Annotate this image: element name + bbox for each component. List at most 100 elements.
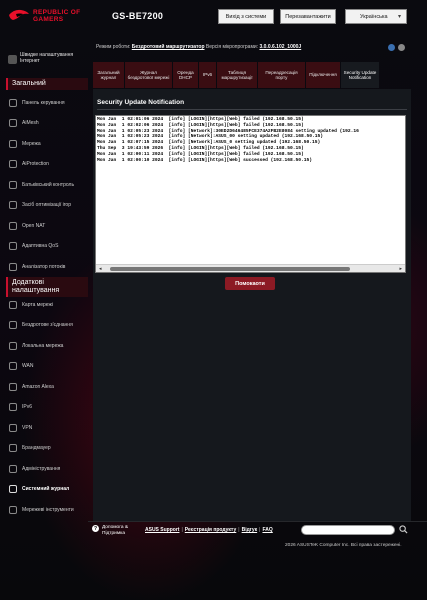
help-icon: ? — [92, 525, 99, 532]
content-panel: Security Update Notification Mon Jan 1 0… — [93, 89, 411, 521]
scroll-right-icon[interactable]: ▸ — [399, 266, 402, 272]
sidebar-item-open-nat[interactable]: Open NAT — [6, 218, 88, 233]
dashboard-icon — [9, 98, 17, 107]
logo-line1: REPUBLIC OF — [33, 9, 81, 16]
sidebar-item-admin[interactable]: Адміністрування — [6, 461, 88, 476]
sidebar-item-qos[interactable]: Адаптивна QoS — [6, 239, 88, 254]
open-nat-icon — [9, 221, 17, 230]
rog-logo-icon — [9, 9, 29, 20]
sidebar-item-system-log[interactable]: Системний журнал — [6, 482, 88, 497]
logo-text: REPUBLIC OF GAMERS — [33, 9, 80, 23]
sidebar-item-wan[interactable]: WAN — [6, 359, 88, 374]
qos-icon — [9, 242, 17, 250]
top-header: REPUBLIC OF GAMERS GS-BE7200 Вихід з сис… — [0, 0, 427, 32]
search-icon[interactable] — [399, 525, 408, 534]
logout-button[interactable]: Вихід з системи — [218, 9, 274, 24]
wireless-icon — [9, 321, 17, 329]
title-divider — [97, 109, 407, 110]
alexa-icon — [9, 382, 17, 391]
tab-5[interactable]: Переадресація порту — [258, 62, 305, 88]
sidebar-item-label: AiProtection — [22, 161, 49, 167]
tab-7[interactable]: Security Update Notification — [341, 62, 379, 88]
sidebar-item-parental[interactable]: Батьківський контроль — [6, 177, 88, 192]
sidebar-item-label: AiMesh — [22, 120, 39, 126]
log-tabs: Загальний журнал Журнал бездротової мереж… — [93, 62, 380, 88]
log-textarea[interactable]: Mon Jan 1 02:01:06 2024 [info] [LOGIN][h… — [95, 115, 406, 273]
sidebar-item-label: Адміністрування — [22, 465, 61, 472]
sidebar-item-network-tools[interactable]: Мережеві інструменти — [6, 502, 88, 517]
sidebar-item-alexa[interactable]: Amazon Alexa — [6, 379, 88, 394]
sidebar-item-label: VPN — [22, 424, 33, 431]
sidebar-item-label: Карта мережі — [22, 301, 53, 308]
log-line: Mon Jan 1 02:00:10 2024 [info] [LOGIN][h… — [97, 157, 313, 163]
settings-gear-icon[interactable] — [398, 44, 405, 51]
footer-link-faq[interactable]: FAQ — [262, 527, 272, 533]
sidebar-item-label: Amazon Alexa — [22, 383, 54, 390]
language-select[interactable]: Українська ▾ — [345, 9, 407, 24]
reboot-button[interactable]: Перезавантажити — [280, 9, 336, 24]
log-lines: Mon Jan 1 02:01:06 2024 [info] [LOGIN][h… — [96, 116, 405, 163]
scrollbar-thumb[interactable] — [110, 267, 350, 271]
gamepad-icon — [9, 201, 17, 209]
sidebar-item-vpn[interactable]: VPN — [6, 420, 88, 435]
network-map-icon — [9, 300, 17, 309]
logo-line2: GAMERS — [33, 16, 64, 23]
sidebar-item-label: Локальна мережа — [22, 342, 64, 349]
sidebar-item-shield[interactable]: AiProtection — [6, 157, 88, 172]
link-separator: | — [238, 527, 240, 533]
footer-divider — [88, 521, 427, 522]
apply-button[interactable]: Помокаоти — [225, 277, 275, 290]
tab-0[interactable]: Загальний журнал — [93, 62, 124, 88]
quick-setup-icon — [8, 55, 17, 64]
quick-setup-link[interactable]: Швидке налаштування Інтернет — [6, 52, 88, 69]
footer-link-support[interactable]: ASUS Support — [145, 527, 179, 533]
tab-4[interactable]: Таблиця маршрутизації — [217, 62, 257, 88]
firmware-label: Версія мікропрограми: — [205, 44, 259, 50]
status-bar: Режим роботи: Бездротовий маршрутизатор … — [96, 44, 301, 50]
scroll-left-icon[interactable]: ◂ — [99, 266, 102, 272]
status-icons — [388, 44, 405, 51]
language-value: Українська — [360, 13, 388, 20]
sidebar-item-traffic-analyzer[interactable]: Аналізатор потоків — [6, 259, 88, 274]
tab-3[interactable]: IPv6 — [199, 62, 216, 88]
footer-link-feedback[interactable]: Відгук — [242, 527, 258, 533]
parental-icon — [9, 180, 17, 189]
horizontal-scrollbar[interactable]: ◂ ▸ — [96, 264, 405, 272]
traffic-analyzer-icon — [9, 262, 17, 271]
sidebar-item-network[interactable]: Мережа — [6, 136, 88, 151]
tab-6[interactable]: Підключення — [306, 62, 340, 88]
sidebar-item-label: IPv6 — [22, 404, 33, 410]
network-icon — [9, 139, 17, 148]
mode-value-link[interactable]: Бездротовий маршрутизатор — [132, 44, 205, 50]
firewall-icon — [9, 444, 17, 452]
sidebar-item-network-map[interactable]: Карта мережі — [6, 297, 88, 312]
sidebar-item-label: Панель керування — [22, 99, 65, 106]
footer-link-registration[interactable]: Реєстрація продукту — [185, 527, 237, 533]
sidebar-item-label: Open NAT — [22, 222, 46, 229]
chevron-down-icon: ▾ — [397, 14, 401, 20]
lan-icon — [9, 341, 17, 350]
sidebar-item-gamepad[interactable]: Засіб оптимізації ігор — [6, 198, 88, 213]
quick-setup-label: Швидке налаштування Інтернет — [20, 52, 74, 64]
tab-1[interactable]: Журнал бездротової мережі — [125, 62, 172, 88]
sidebar-item-aimesh[interactable]: AiMesh — [6, 116, 88, 131]
help-support[interactable]: ? Допомога & Підтримка — [92, 525, 140, 536]
sidebar-item-label: Бездротове з'єднання — [22, 322, 73, 328]
sidebar-item-firewall[interactable]: Брандмауер — [6, 441, 88, 456]
sidebar-item-lan[interactable]: Локальна мережа — [6, 338, 88, 353]
sidebar-item-label: Системний журнал — [22, 486, 70, 492]
sidebar-item-wireless[interactable]: Бездротове з'єднання — [6, 318, 88, 333]
sidebar-item-ipv6[interactable]: IPv6 — [6, 400, 88, 415]
admin-icon — [9, 464, 17, 473]
sidebar-item-label: Мережа — [22, 140, 41, 147]
firmware-value-link[interactable]: 3.0.0.6.102_1000J — [259, 44, 301, 50]
sidebar-item-label: Аналізатор потоків — [22, 263, 66, 270]
wan-icon — [9, 362, 17, 370]
link-separator: | — [259, 527, 261, 533]
mode-label: Режим роботи: — [96, 44, 131, 50]
sidebar-item-dashboard[interactable]: Панель керування — [6, 95, 88, 110]
tab-2[interactable]: Оренда DHCP — [173, 62, 198, 88]
internet-status-icon[interactable] — [388, 44, 395, 51]
footer-search-input[interactable] — [301, 525, 395, 535]
section-advanced-heading: Додаткові налаштування — [6, 277, 88, 297]
